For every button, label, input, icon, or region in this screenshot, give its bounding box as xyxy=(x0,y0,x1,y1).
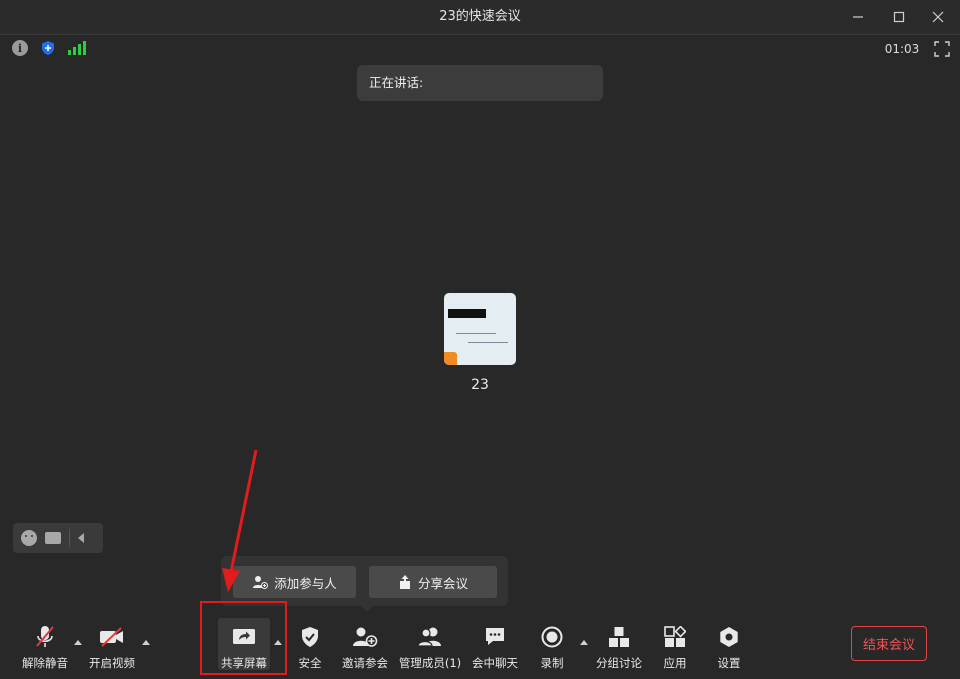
mic-off-icon xyxy=(36,626,54,647)
record-options-caret[interactable] xyxy=(580,640,588,645)
close-button[interactable] xyxy=(922,0,954,34)
apps-button[interactable]: 应用 xyxy=(660,614,690,674)
breakout-rooms-icon xyxy=(609,627,629,647)
speaking-label: 正在讲话: xyxy=(369,75,424,90)
mute-label: 解除静音 xyxy=(22,656,68,670)
fullscreen-icon[interactable] xyxy=(934,41,950,57)
reaction-bar xyxy=(13,523,103,553)
emoji-icon[interactable] xyxy=(21,530,37,546)
chat-bubble-icon[interactable] xyxy=(45,532,61,544)
share-upload-icon xyxy=(399,575,410,589)
record-button[interactable]: 录制 xyxy=(536,614,568,674)
mute-button[interactable]: 解除静音 xyxy=(22,614,68,674)
mute-options-caret[interactable] xyxy=(74,640,82,645)
minimize-icon xyxy=(853,16,863,18)
chat-icon xyxy=(486,628,504,645)
invite-label: 邀请参会 xyxy=(342,656,388,670)
video-label: 开启视频 xyxy=(89,656,135,670)
chat-label: 会中聊天 xyxy=(472,656,518,670)
manage-members-button[interactable]: 管理成员(1) xyxy=(398,614,462,674)
video-button[interactable]: 开启视频 xyxy=(88,614,136,674)
chat-button[interactable]: 会中聊天 xyxy=(470,614,520,674)
invite-button[interactable]: 邀请参会 xyxy=(340,614,390,674)
speaking-indicator: 正在讲话: xyxy=(357,65,603,101)
security-shield-icon[interactable] xyxy=(40,40,56,56)
record-label: 录制 xyxy=(540,656,564,670)
security-label: 安全 xyxy=(298,656,322,670)
end-meeting-button[interactable]: 结束会议 xyxy=(851,626,927,661)
collapse-icon[interactable] xyxy=(78,533,84,543)
window-title: 23的快速会议 xyxy=(439,9,521,24)
breakout-button[interactable]: 分组讨论 xyxy=(594,614,644,674)
shield-check-icon xyxy=(302,627,318,647)
settings-gear-icon xyxy=(720,627,738,647)
participant-avatar[interactable] xyxy=(444,293,516,365)
add-participant-label: 添加参与人 xyxy=(274,575,337,591)
security-button[interactable]: 安全 xyxy=(294,614,326,674)
members-icon xyxy=(417,627,441,647)
share-meeting-label: 分享会议 xyxy=(417,575,468,591)
close-icon xyxy=(932,11,944,23)
manage-members-label: 管理成员(1) xyxy=(398,656,462,670)
status-icons: i xyxy=(12,40,86,56)
apps-icon xyxy=(664,626,686,647)
avatar-badge-icon xyxy=(444,352,457,365)
settings-label: 设置 xyxy=(717,656,741,670)
breakout-label: 分组讨论 xyxy=(596,656,642,670)
invite-person-icon xyxy=(353,627,378,647)
settings-button[interactable]: 设置 xyxy=(714,614,744,674)
video-off-icon xyxy=(100,627,123,647)
annotation-highlight-box xyxy=(200,601,287,675)
add-person-icon xyxy=(253,576,269,589)
maximize-icon xyxy=(893,11,905,23)
minimize-button[interactable] xyxy=(842,0,874,34)
title-bar: 23的快速会议 xyxy=(0,0,960,35)
add-participant-button[interactable]: 添加参与人 xyxy=(233,566,356,598)
share-meeting-button[interactable]: 分享会议 xyxy=(369,566,497,598)
invite-popup: 添加参与人 分享会议 xyxy=(221,556,508,612)
apps-label: 应用 xyxy=(663,656,687,670)
participant-name: 23 xyxy=(471,377,489,393)
record-icon xyxy=(541,626,563,648)
video-options-caret[interactable] xyxy=(142,640,150,645)
info-icon[interactable]: i xyxy=(12,40,28,56)
maximize-button[interactable] xyxy=(883,0,915,34)
meeting-timer: 01:03 xyxy=(884,42,920,56)
signal-icon[interactable] xyxy=(68,41,86,55)
